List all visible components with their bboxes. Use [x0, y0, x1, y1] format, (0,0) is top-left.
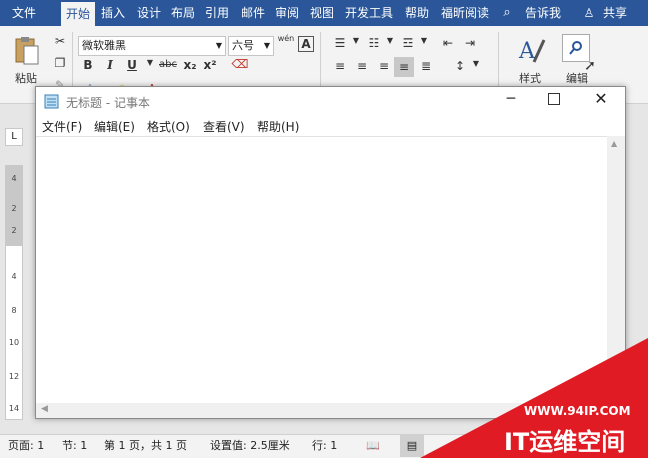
phonetic-guide-icon[interactable]: wén: [276, 34, 296, 43]
scroll-up-icon[interactable]: ▲: [611, 139, 617, 148]
tab-design[interactable]: 设计: [133, 0, 165, 26]
align-right-icon[interactable]: ≡: [374, 59, 394, 73]
status-page-of[interactable]: 第 1 页，共 1 页: [104, 435, 187, 457]
tab-selector[interactable]: L: [5, 128, 23, 146]
font-name-value: 微软雅黑: [82, 39, 126, 52]
styles-button[interactable]: 样式: [510, 70, 550, 86]
status-setting[interactable]: 设置值: 2.5厘米: [210, 435, 290, 457]
tab-view[interactable]: 视图: [306, 0, 338, 26]
notepad-titlebar[interactable]: 无标题 - 记事本 ─ ✕: [36, 87, 625, 116]
close-icon[interactable]: ✕: [592, 89, 610, 108]
styles-icon[interactable]: A: [516, 34, 546, 66]
vertical-ruler: 4 2 2 4 8 10 12 14: [5, 165, 23, 420]
tab-review[interactable]: 审阅: [271, 0, 303, 26]
watermark: WWW.94IP.COM IT运维空间: [420, 338, 648, 458]
maximize-icon[interactable]: [548, 93, 560, 105]
share-button[interactable]: 共享: [598, 0, 632, 26]
font-size-value: 六号: [232, 39, 254, 52]
ruler-number: 4: [11, 174, 17, 183]
chevron-down-icon[interactable]: ▼: [414, 36, 434, 45]
person-add-icon[interactable]: ♙: [582, 0, 596, 26]
menu-edit[interactable]: 编辑(E): [94, 118, 135, 135]
paste-icon[interactable]: [12, 36, 40, 66]
tab-references[interactable]: 引用: [201, 0, 233, 26]
menu-view[interactable]: 查看(V): [203, 118, 245, 135]
mouse-cursor-icon: ➚: [584, 58, 596, 74]
scroll-left-icon[interactable]: ◀: [41, 404, 48, 414]
chevron-down-icon[interactable]: ▼: [216, 37, 222, 55]
superscript-button[interactable]: x²: [200, 58, 220, 72]
distributed-icon[interactable]: ≣: [416, 59, 436, 73]
align-left-icon[interactable]: ≡: [330, 59, 350, 73]
font-size-combo[interactable]: 六号 ▼: [228, 36, 274, 56]
copy-icon[interactable]: ❐: [50, 56, 70, 70]
chevron-down-icon[interactable]: ▼: [466, 59, 486, 68]
status-page[interactable]: 页面: 1: [8, 435, 44, 457]
paste-button[interactable]: 粘贴: [12, 70, 40, 86]
watermark-brand: IT运维空间: [504, 428, 626, 456]
search-icon[interactable]: ⌕: [500, 0, 514, 26]
font-name-combo[interactable]: 微软雅黑 ▼: [78, 36, 226, 56]
increase-indent-icon[interactable]: ⇥: [460, 36, 480, 50]
ruler-number: 12: [8, 372, 20, 381]
italic-button[interactable]: I: [100, 58, 120, 72]
word-tab-bar: 文件 开始 插入 设计 布局 引用 邮件 审阅 视图 开发工具 帮助 福昕阅读 …: [0, 0, 648, 26]
ruler-number: 2: [11, 226, 17, 235]
bold-button[interactable]: B: [78, 58, 98, 72]
menu-format[interactable]: 格式(O): [147, 118, 190, 135]
status-line[interactable]: 行: 1: [312, 435, 337, 457]
ruler-number: 14: [8, 404, 20, 413]
clear-formatting-icon[interactable]: ⌫: [230, 57, 250, 71]
tell-me-box[interactable]: 告诉我: [520, 0, 566, 26]
tab-insert[interactable]: 插入: [97, 0, 129, 26]
underline-button[interactable]: U: [122, 58, 142, 72]
ruler-number: 8: [11, 306, 17, 315]
tab-home[interactable]: 开始: [61, 2, 95, 26]
watermark-url: WWW.94IP.COM: [524, 404, 631, 418]
cut-icon[interactable]: ✂: [50, 34, 70, 48]
tab-file[interactable]: 文件: [8, 0, 40, 26]
menu-help[interactable]: 帮助(H): [257, 118, 299, 135]
tab-developer[interactable]: 开发工具: [341, 0, 397, 26]
tab-foxit[interactable]: 福昕阅读: [436, 0, 494, 26]
chevron-down-icon[interactable]: ▼: [264, 37, 270, 55]
tab-layout[interactable]: 布局: [167, 0, 199, 26]
tab-mailings[interactable]: 邮件: [237, 0, 269, 26]
menu-file[interactable]: 文件(F): [42, 118, 82, 135]
ruler-number: 2: [11, 204, 17, 213]
status-section[interactable]: 节: 1: [62, 435, 87, 457]
justify-icon[interactable]: ≡: [394, 57, 414, 77]
notepad-app-icon: [44, 93, 60, 109]
subscript-button[interactable]: x₂: [180, 58, 200, 72]
character-border-icon[interactable]: A: [298, 36, 314, 52]
notepad-menubar: 文件(F) 编辑(E) 格式(O) 查看(V) 帮助(H): [36, 116, 625, 136]
strikethrough-button[interactable]: abc: [156, 59, 180, 70]
minimize-icon[interactable]: ─: [502, 91, 520, 107]
chevron-down-icon[interactable]: ▼: [380, 36, 400, 45]
notepad-title: 无标题 - 记事本: [66, 96, 150, 110]
decrease-indent-icon[interactable]: ⇤: [438, 36, 458, 50]
ruler-number: 4: [11, 272, 17, 281]
tab-help[interactable]: 帮助: [401, 0, 433, 26]
read-mode-icon[interactable]: 📖: [366, 435, 380, 457]
ruler-number: 10: [8, 338, 20, 347]
align-center-icon[interactable]: ≡: [352, 59, 372, 73]
chevron-down-icon[interactable]: ▼: [346, 36, 366, 45]
